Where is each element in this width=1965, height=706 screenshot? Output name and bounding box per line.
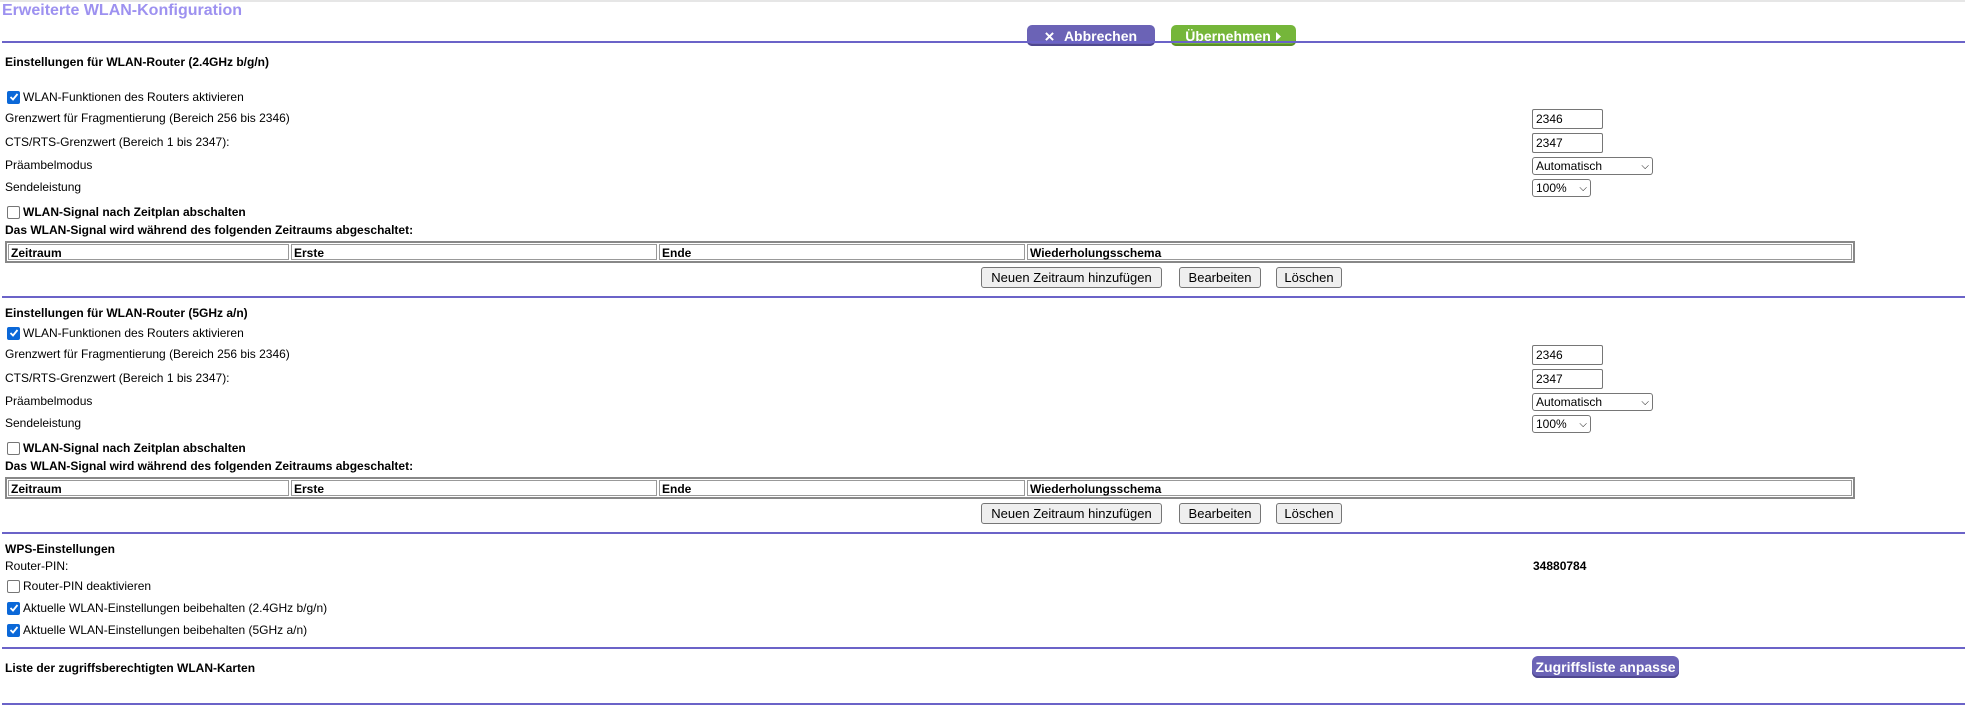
band5-power-select[interactable]: 100% ⌵ xyxy=(1532,415,1591,433)
band24-cts-input[interactable] xyxy=(1532,133,1603,153)
band24-power-select[interactable]: 100% ⌵ xyxy=(1532,179,1591,197)
router-pin-value: 34880784 xyxy=(1533,559,1587,573)
band5-power-value: 100% xyxy=(1536,417,1567,431)
disable-pin-checkbox[interactable] xyxy=(7,579,20,593)
band5-power-label: Sendeleistung xyxy=(5,416,82,430)
router-pin-label: Router-PIN: xyxy=(5,559,69,573)
band24-add-period-button[interactable]: Neuen Zeitraum hinzufügen xyxy=(981,267,1162,288)
wps-keep24-row: Aktuelle WLAN-Einstellungen beibehalten … xyxy=(7,601,327,615)
band5-enable-row: WLAN-Funktionen des Routers aktivieren xyxy=(7,326,244,340)
wps-title: WPS-Einstellungen xyxy=(5,542,116,556)
wps-disable-pin-row: Router-PIN deaktivieren xyxy=(7,579,151,593)
band24-enable-checkbox[interactable] xyxy=(7,90,20,104)
table-header: Zeitraum xyxy=(8,244,289,260)
divider xyxy=(2,41,1965,43)
page-title: Erweiterte WLAN-Konfiguration xyxy=(2,2,242,19)
chevron-down-icon: ⌵ xyxy=(1579,418,1587,430)
band24-frag-input[interactable] xyxy=(1532,109,1603,129)
band24-schedule-label: WLAN-Signal nach Zeitplan abschalten xyxy=(23,205,246,219)
chevron-down-icon: ⌵ xyxy=(1641,160,1649,172)
divider xyxy=(2,296,1965,298)
chevron-down-icon: ⌵ xyxy=(1641,396,1649,408)
band24-schedule-row: WLAN-Signal nach Zeitplan abschalten xyxy=(7,205,246,219)
band5-delete-button[interactable]: Löschen xyxy=(1276,503,1342,524)
band5-preamble-value: Automatisch xyxy=(1536,395,1603,409)
band24-cts-label: CTS/RTS-Grenzwert (Bereich 1 bis 2347): xyxy=(5,135,230,149)
band5-frag-input[interactable] xyxy=(1532,345,1603,365)
wps-keep5-row: Aktuelle WLAN-Einstellungen beibehalten … xyxy=(7,623,307,637)
band5-cts-input[interactable] xyxy=(1532,369,1603,389)
band5-enable-label: WLAN-Funktionen des Routers aktivieren xyxy=(23,326,244,340)
band5-schedule-table: Zeitraum Erste Ende Wiederholungsschema xyxy=(5,477,1855,499)
divider xyxy=(2,532,1965,534)
band24-edit-button[interactable]: Bearbeiten xyxy=(1179,267,1261,288)
chevron-down-icon: ⌵ xyxy=(1579,182,1587,194)
table-header: Erste xyxy=(291,244,657,260)
band5-schedule-label: WLAN-Signal nach Zeitplan abschalten xyxy=(23,441,246,455)
band24-enable-label: WLAN-Funktionen des Routers aktivieren xyxy=(23,90,244,104)
band5-title: Einstellungen für WLAN-Router (5GHz a/n) xyxy=(5,306,248,320)
band24-schedule-table: Zeitraum Erste Ende Wiederholungsschema xyxy=(5,241,1855,263)
table-header: Zeitraum xyxy=(8,480,289,496)
band24-preamble-select[interactable]: Automatisch ⌵ xyxy=(1532,157,1653,175)
band5-edit-button[interactable]: Bearbeiten xyxy=(1179,503,1261,524)
table-header: Erste xyxy=(291,480,657,496)
top-border xyxy=(0,0,1965,2)
band5-frag-label: Grenzwert für Fragmentierung (Bereich 25… xyxy=(5,347,290,361)
disable-pin-label: Router-PIN deaktivieren xyxy=(23,579,152,593)
band5-add-period-button[interactable]: Neuen Zeitraum hinzufügen xyxy=(981,503,1162,524)
table-header: Ende xyxy=(659,244,1025,260)
band24-preamble-label: Präambelmodus xyxy=(5,158,93,172)
band24-power-value: 100% xyxy=(1536,181,1567,195)
band5-off-period-label: Das WLAN-Signal wird während des folgend… xyxy=(5,459,414,473)
band24-off-period-label: Das WLAN-Signal wird während des folgend… xyxy=(5,223,414,237)
band24-power-label: Sendeleistung xyxy=(5,180,82,194)
band24-delete-button[interactable]: Löschen xyxy=(1276,267,1342,288)
band5-preamble-select[interactable]: Automatisch ⌵ xyxy=(1532,393,1653,411)
table-header: Wiederholungsschema xyxy=(1027,480,1852,496)
band24-schedule-checkbox[interactable] xyxy=(7,205,20,219)
table-header: Wiederholungsschema xyxy=(1027,244,1852,260)
band5-schedule-checkbox[interactable] xyxy=(7,441,20,455)
divider xyxy=(2,647,1965,649)
band24-frag-label: Grenzwert für Fragmentierung (Bereich 25… xyxy=(5,111,290,125)
band5-enable-checkbox[interactable] xyxy=(7,326,20,340)
band24-title: Einstellungen für WLAN-Router (2.4GHz b/… xyxy=(5,55,269,69)
band5-schedule-row: WLAN-Signal nach Zeitplan abschalten xyxy=(7,441,246,455)
band5-cts-label: CTS/RTS-Grenzwert (Bereich 1 bis 2347): xyxy=(5,371,230,385)
keep24-label: Aktuelle WLAN-Einstellungen beibehalten … xyxy=(23,601,328,615)
keep5-label: Aktuelle WLAN-Einstellungen beibehalten … xyxy=(23,623,308,637)
keep5-checkbox[interactable] xyxy=(7,623,20,637)
band24-enable-row: WLAN-Funktionen des Routers aktivieren xyxy=(7,90,244,104)
divider xyxy=(2,703,1965,705)
band5-preamble-label: Präambelmodus xyxy=(5,394,93,408)
keep24-checkbox[interactable] xyxy=(7,601,20,615)
access-list-label: Liste der zugriffsberechtigten WLAN-Kart… xyxy=(5,661,256,675)
table-header: Ende xyxy=(659,480,1025,496)
band24-preamble-value: Automatisch xyxy=(1536,159,1603,173)
edit-access-list-button[interactable]: Zugriffsliste anpasse xyxy=(1532,656,1679,678)
